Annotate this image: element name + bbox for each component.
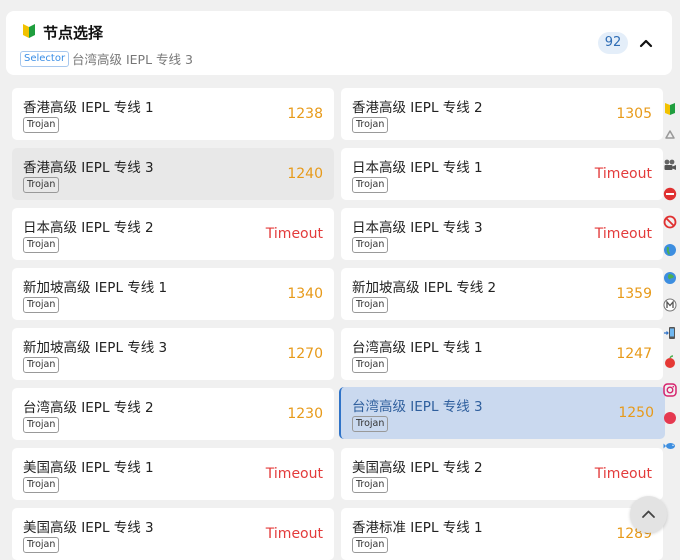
node-card[interactable]: 台湾高级 IEPL 专线 2 Trojan 1230: [12, 388, 334, 440]
group-type-tag: Selector: [20, 51, 70, 67]
recycle-icon[interactable]: [663, 129, 677, 143]
node-card[interactable]: 美国高级 IEPL 专线 3 Trojan Timeout: [12, 508, 334, 560]
node-delay[interactable]: Timeout: [266, 526, 323, 542]
node-name: 台湾高级 IEPL 专线 1: [352, 340, 483, 356]
node-delay[interactable]: Timeout: [266, 226, 323, 242]
node-name: 新加坡高级 IEPL 专线 3: [23, 340, 168, 356]
node-type-tag: Trojan: [23, 297, 60, 313]
node-card[interactable]: 新加坡高级 IEPL 专线 1 Trojan 1340: [12, 268, 334, 320]
node-card[interactable]: 美国高级 IEPL 专线 1 Trojan Timeout: [12, 448, 334, 500]
node-delay[interactable]: 1340: [287, 286, 323, 302]
node-delay[interactable]: Timeout: [595, 166, 652, 182]
node-type-tag: Trojan: [23, 237, 60, 253]
node-delay[interactable]: 1270: [287, 346, 323, 362]
node-name: 日本高级 IEPL 专线 3: [352, 220, 483, 236]
node-delay[interactable]: 1238: [287, 106, 323, 122]
group-header[interactable]: 节点选择 Selector 台湾高级 IEPL 专线 3 92: [6, 11, 672, 75]
node-type-tag: Trojan: [23, 417, 60, 433]
node-delay[interactable]: 1359: [616, 286, 652, 302]
node-name: 香港高级 IEPL 专线 2: [352, 100, 483, 116]
node-card[interactable]: 新加坡高级 IEPL 专线 3 Trojan 1270: [12, 328, 334, 380]
node-type-tag: Trojan: [352, 416, 389, 432]
node-type-tag: Trojan: [352, 117, 389, 133]
node-delay[interactable]: 1240: [287, 166, 323, 182]
node-type-tag: Trojan: [23, 477, 60, 493]
node-card[interactable]: 香港标准 IEPL 专线 1 Trojan 1289: [341, 508, 663, 560]
chevron-up-icon[interactable]: [636, 33, 656, 53]
node-name: 美国高级 IEPL 专线 3: [23, 520, 154, 536]
current-node-label: 台湾高级 IEPL 专线 3: [72, 52, 193, 67]
node-name: 香港高级 IEPL 专线 3: [23, 160, 154, 176]
node-delay[interactable]: 1230: [287, 406, 323, 422]
phone-arrow-icon[interactable]: [663, 326, 677, 340]
node-card[interactable]: 新加坡高级 IEPL 专线 2 Trojan 1359: [341, 268, 663, 320]
metro-m-icon[interactable]: [663, 298, 677, 312]
node-type-tag: Trojan: [352, 357, 389, 373]
node-name: 美国高级 IEPL 专线 1: [23, 460, 154, 476]
node-type-tag: Trojan: [23, 117, 60, 133]
node-delay[interactable]: Timeout: [266, 466, 323, 482]
node-name: 香港标准 IEPL 专线 1: [352, 520, 483, 536]
node-delay[interactable]: 1250: [618, 405, 654, 421]
node-delay[interactable]: 1247: [616, 346, 652, 362]
fish-icon[interactable]: [663, 439, 677, 453]
group-title: 节点选择: [43, 24, 104, 42]
globe-americas-icon[interactable]: [663, 243, 677, 257]
node-type-tag: Trojan: [352, 237, 389, 253]
node-delay[interactable]: 1305: [616, 106, 652, 122]
beginner-leaf-icon: [23, 24, 35, 38]
film-camera-icon[interactable]: [663, 158, 677, 172]
node-card[interactable]: 日本高级 IEPL 专线 3 Trojan Timeout: [341, 208, 663, 260]
apple-icon[interactable]: [663, 355, 677, 369]
node-card[interactable]: 日本高级 IEPL 专线 2 Trojan Timeout: [12, 208, 334, 260]
no-entry-icon[interactable]: [663, 187, 677, 201]
node-count-badge: 92: [598, 32, 628, 54]
node-card[interactable]: 台湾高级 IEPL 专线 1 Trojan 1247: [341, 328, 663, 380]
node-name: 日本高级 IEPL 专线 2: [23, 220, 154, 236]
node-card-selected[interactable]: 台湾高级 IEPL 专线 3 Trojan 1250: [339, 387, 665, 439]
red-circle-icon[interactable]: [663, 411, 677, 425]
node-card[interactable]: 日本高级 IEPL 专线 1 Trojan Timeout: [341, 148, 663, 200]
node-delay[interactable]: Timeout: [595, 466, 652, 482]
node-type-tag: Trojan: [352, 297, 389, 313]
node-type-tag: Trojan: [352, 177, 389, 193]
node-type-tag: Trojan: [23, 357, 60, 373]
node-name: 香港高级 IEPL 专线 1: [23, 100, 154, 116]
node-card[interactable]: 香港高级 IEPL 专线 3 Trojan 1240: [12, 148, 334, 200]
node-name: 台湾高级 IEPL 专线 3: [352, 399, 483, 415]
node-name: 日本高级 IEPL 专线 1: [352, 160, 483, 176]
node-name: 美国高级 IEPL 专线 2: [352, 460, 483, 476]
prohibited-icon[interactable]: [663, 215, 677, 229]
node-type-tag: Trojan: [23, 537, 60, 553]
node-type-tag: Trojan: [352, 537, 389, 553]
node-name: 台湾高级 IEPL 专线 2: [23, 400, 154, 416]
node-card[interactable]: 香港高级 IEPL 专线 1 Trojan 1238: [12, 88, 334, 140]
node-type-tag: Trojan: [352, 477, 389, 493]
globe-asia-icon[interactable]: [663, 271, 677, 285]
instagram-icon[interactable]: [663, 383, 677, 397]
beginner-leaf-icon[interactable]: [663, 102, 677, 116]
node-card[interactable]: 香港高级 IEPL 专线 2 Trojan 1305: [341, 88, 663, 140]
scroll-to-top-button[interactable]: [630, 496, 667, 533]
node-name: 新加坡高级 IEPL 专线 1: [23, 280, 168, 296]
node-name: 新加坡高级 IEPL 专线 2: [352, 280, 497, 296]
node-card[interactable]: 美国高级 IEPL 专线 2 Trojan Timeout: [341, 448, 663, 500]
node-delay[interactable]: Timeout: [595, 226, 652, 242]
chevron-up-icon: [642, 510, 655, 518]
node-type-tag: Trojan: [23, 177, 60, 193]
